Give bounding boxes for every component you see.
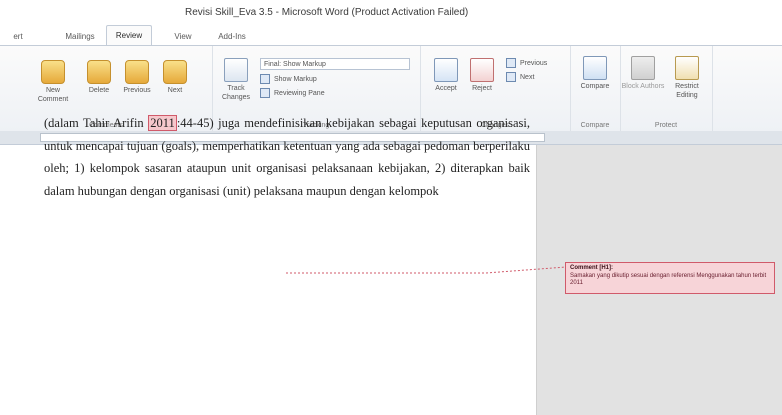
new-comment-icon	[41, 60, 65, 84]
compare-group-label: Compare	[580, 122, 610, 129]
tab-review[interactable]: Review	[106, 25, 152, 46]
next-change-button[interactable]: Next	[506, 72, 534, 84]
delete-comment-button[interactable]: Delete	[84, 60, 114, 100]
tab-view[interactable]: View	[170, 28, 196, 45]
next-comment-button[interactable]: Next	[160, 60, 190, 100]
previous-comment-icon	[125, 60, 149, 84]
previous-change-button[interactable]: Previous	[506, 58, 547, 70]
restrict-editing-button[interactable]: Restrict Editing	[672, 56, 702, 100]
block-authors-icon	[631, 56, 655, 80]
block-authors-button[interactable]: Block Authors	[622, 56, 664, 100]
title-bar: Revisi Skill_Eva 3.5 - Microsoft Word (P…	[0, 0, 782, 24]
delete-comment-icon	[87, 60, 111, 84]
protect-group-label: Protect	[654, 122, 678, 129]
display-for-review-select[interactable]: Final: Show Markup	[260, 58, 410, 70]
paragraph: (dalam Tahir Arifin 2011:44-45) juga men…	[44, 112, 530, 202]
show-markup-icon	[260, 74, 270, 85]
comment-connector	[286, 266, 566, 274]
compare-group: Compare Compare	[570, 46, 621, 132]
previous-comment-button[interactable]: Previous	[122, 60, 152, 100]
document-body[interactable]: (dalam Tahir Arifin 2011:44-45) juga men…	[44, 112, 530, 202]
commented-text[interactable]: 2011	[148, 115, 177, 131]
track-changes-button[interactable]: Track Changes	[222, 58, 250, 101]
restrict-editing-icon	[675, 56, 699, 80]
ribbon-tabs: ert Mailings Review View Add-Ins	[0, 24, 782, 46]
compare-icon	[583, 56, 607, 80]
tab-mailings[interactable]: Mailings	[60, 28, 100, 45]
comment-body: Samakan yang dikutip sesuai dengan refer…	[570, 272, 767, 287]
paragraph-start: (dalam Tahir Arifin	[44, 116, 144, 130]
reviewing-pane-icon	[260, 88, 270, 99]
protect-group: Block Authors Restrict Editing Protect	[620, 46, 713, 132]
previous-change-icon	[506, 58, 516, 69]
next-comment-icon	[163, 60, 187, 84]
tab-insert[interactable]: ert	[2, 28, 34, 45]
reviewing-pane-button[interactable]: Reviewing Pane	[260, 88, 325, 100]
next-change-icon	[506, 72, 516, 83]
reject-icon	[470, 58, 494, 82]
new-comment-button[interactable]: New Comment	[38, 60, 68, 103]
track-changes-icon	[224, 58, 248, 82]
show-markup-button[interactable]: Show Markup	[260, 74, 317, 86]
tab-add-ins[interactable]: Add-Ins	[214, 28, 250, 45]
comment-balloon[interactable]: Comment [H1]: Samakan yang dikutip sesua…	[565, 262, 775, 294]
reject-button[interactable]: Reject	[468, 58, 496, 100]
window-title: Revisi Skill_Eva 3.5 - Microsoft Word (P…	[185, 7, 469, 18]
comment-title: Comment [H1]:	[570, 265, 613, 271]
compare-button[interactable]: Compare	[581, 56, 609, 100]
accept-button[interactable]: Accept	[432, 58, 460, 100]
accept-icon	[434, 58, 458, 82]
